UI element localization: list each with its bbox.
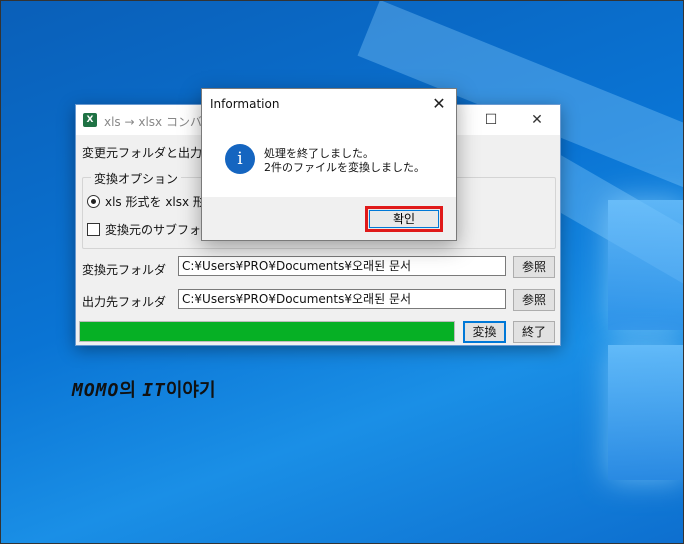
options-group-title: 変換オプション bbox=[91, 170, 182, 187]
output-folder-input[interactable]: C:¥Users¥PRO¥Documents¥오래된 문서 bbox=[178, 289, 506, 309]
watermark: MOMO의 IT이야기 bbox=[72, 376, 216, 402]
dialog-footer: 확인 bbox=[202, 197, 456, 240]
source-browse-button[interactable]: 参照 bbox=[513, 256, 555, 278]
convert-button[interactable]: 変換 bbox=[463, 321, 506, 343]
ok-button[interactable]: 확인 bbox=[369, 210, 439, 228]
dialog-close-button[interactable]: ✕ bbox=[422, 89, 456, 119]
watermark-story: 이야기 bbox=[165, 380, 216, 401]
source-folder-input[interactable]: C:¥Users¥PRO¥Documents¥오래된 문서 bbox=[178, 256, 506, 276]
information-dialog: Information ✕ i 処理を終了しました。 2件のファイルを変換しまし… bbox=[201, 88, 457, 241]
progress-bar bbox=[79, 321, 455, 342]
output-folder-label: 出力先フォルダ bbox=[82, 295, 167, 309]
subfolder-checkbox[interactable] bbox=[87, 223, 100, 236]
window-logo-pane bbox=[608, 200, 684, 330]
watermark-it: IT bbox=[142, 380, 166, 401]
dialog-message-line2: 2件のファイルを変換しました。 bbox=[264, 161, 425, 174]
ok-button-highlight: 확인 bbox=[365, 206, 443, 232]
watermark-momo: MOMO bbox=[72, 380, 120, 401]
xls-to-xlsx-radio[interactable] bbox=[87, 195, 100, 208]
source-folder-label: 変換元フォルダ bbox=[82, 263, 167, 277]
close-button[interactable]: ✕ bbox=[514, 105, 560, 135]
output-browse-button[interactable]: 参照 bbox=[513, 289, 555, 311]
window-logo-pane bbox=[608, 345, 684, 480]
window-title: xls → xlsx コンバー bbox=[104, 115, 214, 129]
excel-icon: X bbox=[83, 113, 97, 127]
exit-button[interactable]: 終了 bbox=[513, 321, 555, 343]
watermark-ui: 의 bbox=[119, 380, 143, 401]
info-icon: i bbox=[225, 144, 255, 174]
dialog-title: Information bbox=[210, 97, 280, 111]
progress-fill bbox=[80, 322, 454, 341]
maximize-button[interactable]: ☐ bbox=[468, 105, 514, 135]
